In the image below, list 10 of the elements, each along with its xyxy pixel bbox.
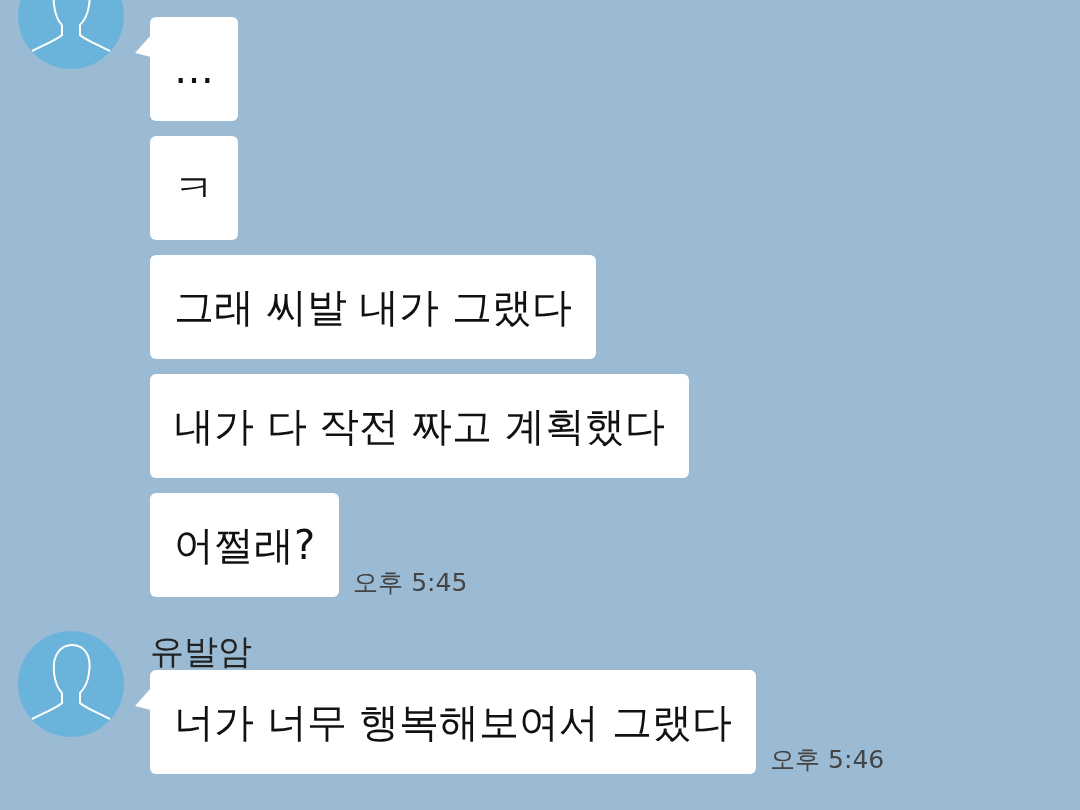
message-time: 오후 5:45	[353, 567, 468, 599]
message-bubble: 내가 다 작전 짜고 계획했다	[150, 374, 689, 478]
message-bubble: ㅋ	[150, 136, 238, 240]
message-bubble: 그래 씨발 내가 그랬다	[150, 255, 597, 359]
avatar-icon[interactable]	[18, 631, 124, 737]
sender-name: 유발암	[150, 632, 252, 670]
message-bubble: 어쩔래?	[150, 493, 340, 597]
bubble-tail	[135, 35, 151, 57]
message-time: 오후 5:46	[770, 744, 885, 776]
bubble-tail	[135, 688, 151, 710]
